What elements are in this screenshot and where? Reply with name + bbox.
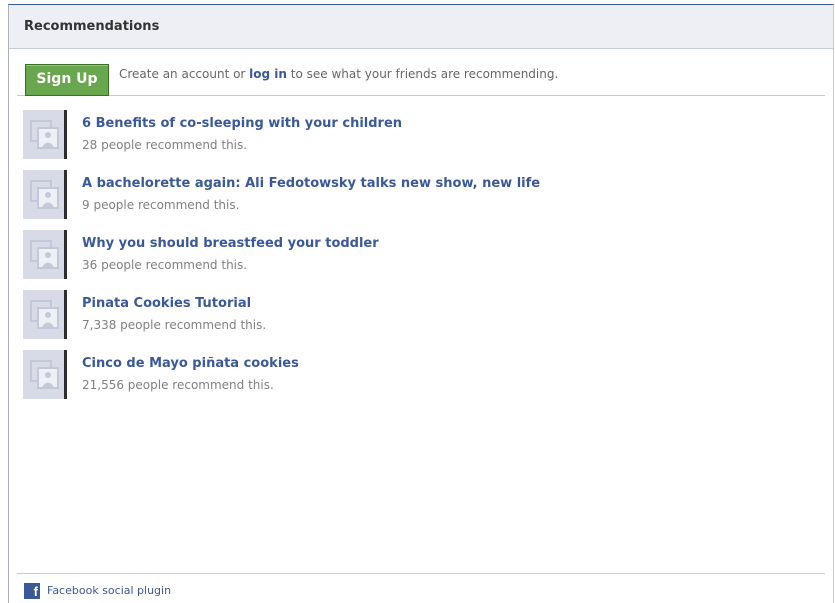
recommend-count: 21,556 people recommend this. — [82, 378, 274, 392]
footer: f Facebook social plugin — [17, 573, 825, 603]
signup-prompt: Create an account or log in to see what … — [119, 67, 558, 81]
signup-text-after: to see what your friends are recommendin… — [286, 67, 559, 81]
recommendations-widget: Recommendations Sign Up Create an accoun… — [8, 4, 834, 603]
article-thumbnail[interactable] — [23, 350, 67, 399]
article-thumbnail[interactable] — [23, 170, 67, 219]
recommend-count: 9 people recommend this. — [82, 198, 240, 212]
social-plugin-link[interactable]: Facebook social plugin — [47, 584, 171, 597]
article-thumbnail[interactable] — [23, 290, 67, 339]
facebook-icon[interactable]: f — [24, 583, 40, 599]
recommend-count: 28 people recommend this. — [82, 138, 248, 152]
recommend-count: 36 people recommend this. — [82, 258, 248, 272]
placeholder-image-icon — [30, 180, 59, 209]
article-title-link[interactable]: A bachelorette again: Ali Fedotowsky tal… — [82, 176, 540, 191]
article-title-link[interactable]: Why you should breastfeed your toddler — [82, 236, 379, 251]
article-title-link[interactable]: 6 Benefits of co-sleeping with your chil… — [82, 116, 402, 131]
placeholder-image-icon — [30, 360, 59, 389]
article-title-link[interactable]: Cinco de Mayo piñata cookies — [82, 356, 299, 371]
placeholder-image-icon — [30, 300, 59, 329]
article-thumbnail[interactable] — [23, 230, 67, 279]
article-title-link[interactable]: Pinata Cookies Tutorial — [82, 296, 251, 311]
signup-row: Sign Up Create an account or log in to s… — [17, 49, 825, 96]
recommend-count: 7,338 people recommend this. — [82, 318, 267, 332]
log-in-link[interactable]: log in — [249, 67, 287, 81]
placeholder-image-icon — [30, 120, 59, 149]
article-thumbnail[interactable] — [23, 110, 67, 159]
signup-text-before: Create an account or — [119, 67, 250, 81]
widget-title: Recommendations — [9, 5, 833, 49]
sign-up-button[interactable]: Sign Up — [25, 64, 109, 96]
placeholder-image-icon — [30, 240, 59, 269]
